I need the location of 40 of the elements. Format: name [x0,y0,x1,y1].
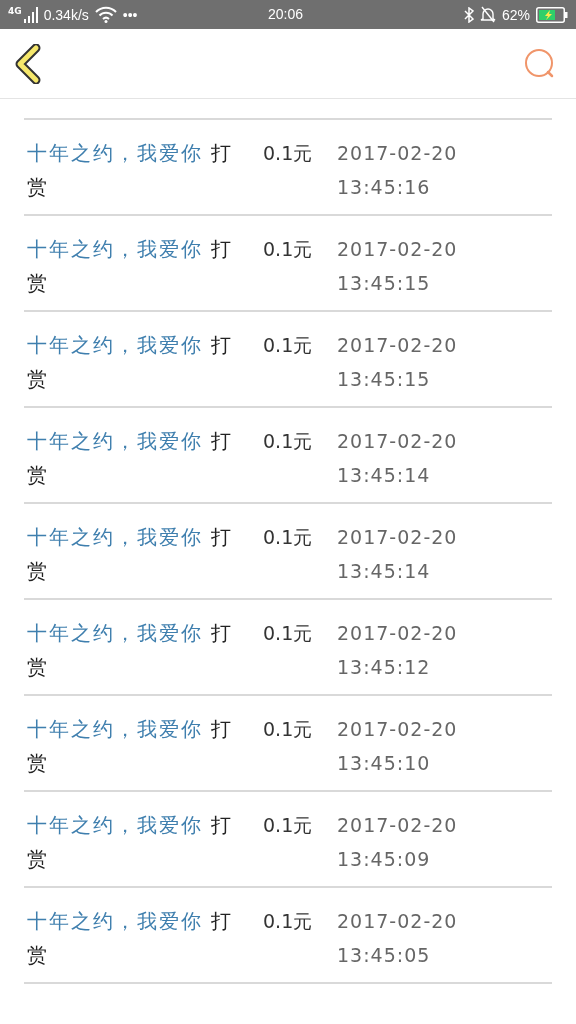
amount: 0.1元 [263,717,314,742]
battery-icon [536,6,568,23]
record-title: 十年之约，我爱你 打赏 [26,524,235,585]
amount: 0.1元 [263,429,314,454]
amount: 0.1元 [263,621,314,646]
amount: 0.1元 [263,141,314,166]
record-time: 2017-02-20 13:45:05 [337,909,459,968]
record-title: 十年之约，我爱你 打赏 [26,812,235,873]
signal-icon [23,6,38,23]
record-title: 十年之约，我爱你 打赏 [26,140,235,201]
record-title: 十年之约，我爱你 打赏 [26,620,235,681]
amount: 0.1元 [263,909,314,934]
search-icon [524,47,556,80]
network-speed: 0.34k/s [43,6,89,23]
record-title: 十年之约，我爱你 打赏 [26,716,235,777]
battery-percent: 62% [501,6,530,23]
record-title: 十年之约，我爱你 打赏 [26,428,235,489]
record-time: 2017-02-20 13:45:10 [337,717,459,776]
record-time: 2017-02-20 13:45:14 [337,429,459,488]
record-time: 2017-02-20 13:45:09 [337,813,459,872]
record-title: 十年之约，我爱你 打赏 [26,908,235,969]
record-time: 2017-02-20 13:45:14 [337,525,459,584]
record-time: 2017-02-20 13:45:15 [337,333,459,392]
bluetooth-icon [463,6,474,23]
network-type: 4G [8,5,22,16]
wifi-icon [94,6,117,23]
back-button[interactable] [14,43,42,84]
back-icon [14,43,42,84]
amount: 0.1元 [263,813,314,838]
amount: 0.1元 [263,525,314,550]
muted-bell-icon [479,6,496,23]
record-time: 2017-02-20 13:45:12 [337,621,459,680]
more-indicator: ••• [122,6,138,23]
record-time: 2017-02-20 13:45:16 [337,141,459,200]
record-title: 十年之约，我爱你 打赏 [26,332,235,393]
amount: 0.1元 [263,333,314,358]
amount: 0.1元 [263,237,314,262]
clock: 20:06 [268,6,304,22]
record-title: 十年之约，我爱你 打赏 [26,236,235,297]
record-time: 2017-02-20 13:45:15 [337,237,459,296]
